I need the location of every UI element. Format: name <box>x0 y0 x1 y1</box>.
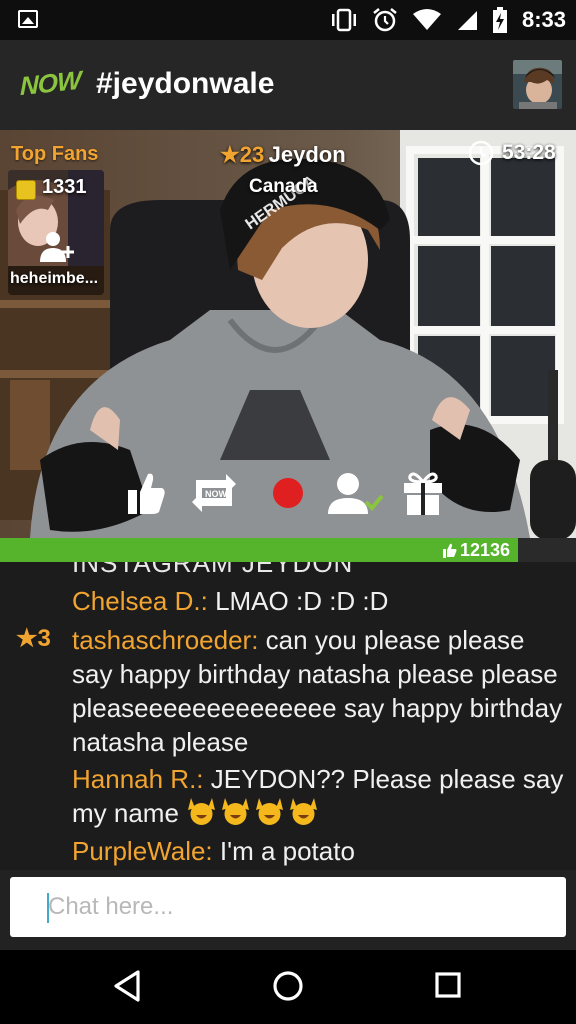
system-nav-bar <box>0 950 576 1024</box>
top-fan-name: heheimbe... <box>10 270 99 287</box>
raised-hands-emoji-icon <box>222 798 250 825</box>
clock: 8:33 <box>521 7 566 32</box>
raised-hands-emoji-icon <box>290 798 318 825</box>
chat-feed[interactable]: INSTAGRAM JEYDON Chelsea D.: LMAO :D :D … <box>0 562 576 870</box>
status-bar: 8:33 <box>0 0 576 40</box>
chat-username[interactable]: Hannah R.: <box>72 764 204 794</box>
likes-progress-bar: 12136 <box>0 538 576 562</box>
alarm-icon <box>373 8 397 32</box>
top-fan-coins: 1331 <box>42 176 87 198</box>
host-country: Canada <box>249 176 318 197</box>
emoji-group <box>186 798 322 828</box>
like-icon <box>442 543 457 558</box>
chat-message: PurpleWale: I'm a potato <box>72 834 568 868</box>
chat-username[interactable]: tashaschroeder: <box>72 625 258 655</box>
text-cursor <box>47 893 49 923</box>
gift-button[interactable] <box>402 470 444 516</box>
broadcast-controls: NOW <box>0 470 576 522</box>
chat-message: Chelsea D.: LMAO :D :D :D <box>72 584 568 618</box>
record-button[interactable] <box>268 470 308 516</box>
likes-count: 12136 <box>459 540 510 560</box>
chat-message-partial: INSTAGRAM JEYDON <box>72 562 354 578</box>
chat-input-area <box>0 870 576 950</box>
chat-input[interactable] <box>10 877 566 937</box>
likes-counter: 12136 <box>442 540 510 561</box>
follow-button[interactable] <box>326 470 384 516</box>
now-logo[interactable]: NOW <box>20 65 81 102</box>
back-icon[interactable] <box>112 968 144 1004</box>
chat-text: LMAO :D :D :D <box>207 586 389 616</box>
recents-icon[interactable] <box>432 968 464 1004</box>
chat-message: tashaschroeder: can you please please sa… <box>72 623 568 759</box>
clock-icon <box>468 140 494 166</box>
broadcast-duration: 53:28 <box>502 141 556 164</box>
like-button[interactable] <box>126 470 166 516</box>
chat-text: I'm a potato <box>212 836 355 866</box>
top-fans-label: Top Fans <box>11 143 99 165</box>
add-friend-icon[interactable] <box>40 230 76 262</box>
app-bar: NOW #jeydonwale <box>0 40 576 130</box>
chat-user-rank: ★3 <box>16 625 51 652</box>
host-avatar[interactable] <box>513 60 562 109</box>
top-fan-card[interactable]: 1331 heheimbe... <box>8 170 104 295</box>
gallery-icon <box>18 10 38 28</box>
broadcast-timer: 53:28 <box>468 140 556 166</box>
raised-hands-emoji-icon <box>188 798 216 825</box>
battery-charging-icon <box>492 7 507 33</box>
status-icons: 8:33 <box>330 6 566 34</box>
likes-progress-fill <box>0 538 519 562</box>
share-button[interactable]: NOW <box>188 470 240 516</box>
video-stream[interactable]: HERMUCA Top Fans 1331 heheimbe... ★23 Je… <box>0 130 576 538</box>
chat-message: Hannah R.: JEYDON?? Please please say my… <box>72 762 568 830</box>
chat-username[interactable]: Chelsea D.: <box>72 586 208 616</box>
chat-username[interactable]: PurpleWale: <box>72 836 213 866</box>
vibrate-icon <box>331 8 356 32</box>
host-rank: ★23 <box>220 142 265 167</box>
raised-hands-emoji-icon <box>256 798 284 825</box>
coin-icon <box>16 180 36 200</box>
wifi-icon <box>412 9 441 30</box>
home-icon[interactable] <box>271 968 305 1004</box>
host-info[interactable]: ★23 Jeydon <box>220 142 346 168</box>
page-title: #jeydonwale <box>96 67 275 100</box>
svg-text:NOW: NOW <box>205 489 228 499</box>
host-name: Jeydon <box>268 142 346 167</box>
signal-icon <box>457 11 477 30</box>
